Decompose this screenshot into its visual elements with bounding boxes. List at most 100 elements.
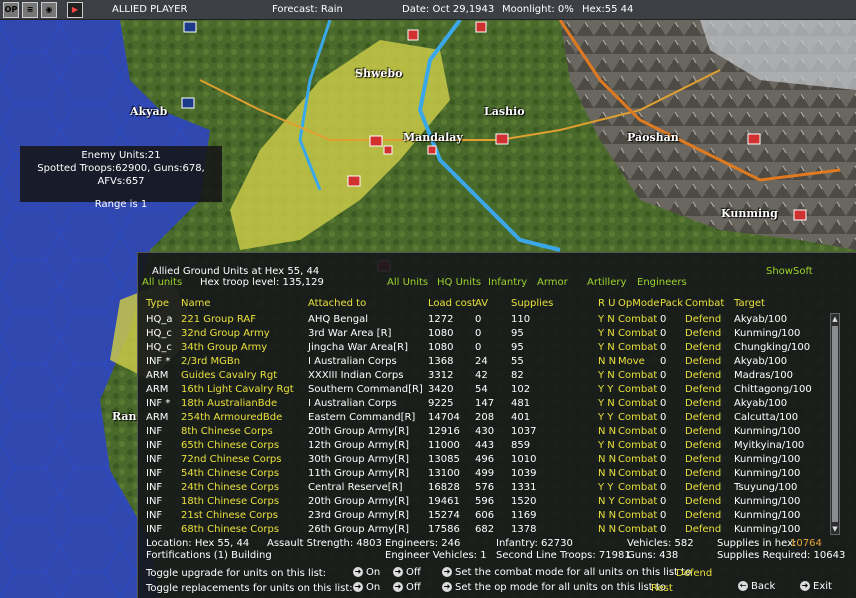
col-target[interactable]: Target: [734, 298, 765, 309]
cell-name[interactable]: 68th Chinese Corps: [181, 523, 279, 537]
table-row[interactable]: INF * 2/3rd MGBn I Australian Corps 1368 24 5…: [138, 355, 828, 369]
cell-ru[interactable]: N N: [598, 523, 616, 537]
op-button[interactable]: OP: [3, 1, 19, 18]
col-pack[interactable]: Pack: [660, 298, 683, 309]
cell-ru[interactable]: Y N: [598, 397, 615, 411]
cell-name[interactable]: 32nd Group Army: [181, 327, 270, 341]
cell-op[interactable]: Combat: [618, 523, 657, 537]
col-combat[interactable]: Combat: [685, 298, 724, 309]
table-row[interactable]: INF 21st Chinese Corps 23rd Group Army[R] 1…: [138, 509, 828, 523]
filter-artillery[interactable]: Artillery: [587, 277, 626, 288]
cell-name[interactable]: Guides Cavalry Rgt: [181, 369, 277, 383]
cell-op[interactable]: Combat: [618, 425, 657, 439]
replacements-off-button[interactable]: ➜ Off: [393, 582, 421, 593]
cell-comb[interactable]: Defend: [685, 355, 721, 369]
cell-comb[interactable]: Defend: [685, 481, 721, 495]
table-row[interactable]: ARM 254th ArmouredBde Eastern Command[R] 14…: [138, 411, 828, 425]
table-row[interactable]: INF 65th Chinese Corps 12th Group Army[R] 1…: [138, 439, 828, 453]
all-units-toggle[interactable]: All units: [142, 277, 182, 288]
cell-name[interactable]: 8th Chinese Corps: [181, 425, 273, 439]
cell-name[interactable]: 16th Light Cavalry Rgt: [181, 383, 294, 397]
filter-all-units[interactable]: All Units: [387, 277, 428, 288]
cell-op[interactable]: Combat: [618, 369, 657, 383]
table-row[interactable]: HQ_c 34th Group Army Jingcha War Area[R] 10…: [138, 341, 828, 355]
cell-name[interactable]: 21st Chinese Corps: [181, 509, 278, 523]
cell-op[interactable]: Combat: [618, 341, 657, 355]
table-row[interactable]: INF 54th Chinese Corps 11th Group Army[R] 1…: [138, 467, 828, 481]
col-opmode[interactable]: OpMode: [618, 298, 659, 309]
cell-comb[interactable]: Defend: [685, 327, 721, 341]
cell-comb[interactable]: Defend: [685, 341, 721, 355]
cell-comb[interactable]: Defend: [685, 509, 721, 523]
cell-op[interactable]: Combat: [618, 411, 657, 425]
cell-name[interactable]: 18th Chinese Corps: [181, 495, 279, 509]
units-scrollbar[interactable]: ▲ ▼: [830, 313, 840, 535]
replacements-on-button[interactable]: ➜ On: [353, 582, 380, 593]
cell-name[interactable]: 254th ArmouredBde: [181, 411, 282, 425]
cell-name[interactable]: 72nd Chinese Corps: [181, 453, 282, 467]
globe-icon[interactable]: ◉: [41, 1, 57, 18]
table-row[interactable]: INF 68th Chinese Corps 26th Group Army[R] 1…: [138, 523, 828, 537]
upgrade-off-button[interactable]: ➜ Off: [393, 567, 421, 578]
col-name[interactable]: Name: [181, 298, 211, 309]
cell-ru[interactable]: N N: [598, 425, 616, 439]
cell-ru[interactable]: Y N: [598, 369, 615, 383]
cell-comb[interactable]: Defend: [685, 495, 721, 509]
show-soft-toggle[interactable]: ShowSoft: [766, 266, 813, 277]
cell-comb[interactable]: Defend: [685, 369, 721, 383]
upgrade-on-button[interactable]: ➜ On: [353, 567, 380, 578]
cell-name[interactable]: 2/3rd MGBn: [181, 355, 240, 369]
cell-ru[interactable]: N Y: [598, 495, 615, 509]
cell-name[interactable]: 65th Chinese Corps: [181, 439, 279, 453]
col-av[interactable]: AV: [475, 298, 488, 309]
cell-comb[interactable]: Defend: [685, 467, 721, 481]
scroll-up-icon[interactable]: ▲: [831, 314, 839, 324]
cell-op[interactable]: Combat: [618, 495, 657, 509]
cell-ru[interactable]: Y Y: [598, 383, 613, 397]
cell-ru[interactable]: Y Y: [598, 481, 613, 495]
cell-ru[interactable]: N N: [598, 509, 616, 523]
table-row[interactable]: ARM Guides Cavalry Rgt XXXIII Indian Corps…: [138, 369, 828, 383]
table-row[interactable]: ARM 16th Light Cavalry Rgt Southern Comman…: [138, 383, 828, 397]
combat-mode-value[interactable]: Defend: [676, 568, 712, 579]
cell-name[interactable]: 54th Chinese Corps: [181, 467, 279, 481]
cell-comb[interactable]: Defend: [685, 313, 721, 327]
cell-op[interactable]: Combat: [618, 313, 657, 327]
exit-button[interactable]: ➜ Exit: [800, 581, 832, 592]
set-opmode-button[interactable]: ➜ Set the op mode for all units on this l…: [442, 582, 666, 593]
table-row[interactable]: INF 18th Chinese Corps 20th Group Army[R] 1…: [138, 495, 828, 509]
col-supplies[interactable]: Supplies: [511, 298, 553, 309]
filter-infantry[interactable]: Infantry: [488, 277, 527, 288]
cell-comb[interactable]: Defend: [685, 453, 721, 467]
cell-name[interactable]: 221 Group RAF: [181, 313, 256, 327]
cell-ru[interactable]: Y Y: [598, 411, 613, 425]
filter-armor[interactable]: Armor: [537, 277, 568, 288]
cell-ru[interactable]: Y N: [598, 439, 615, 453]
cell-ru[interactable]: Y N: [598, 313, 615, 327]
filter-hq-units[interactable]: HQ Units: [437, 277, 481, 288]
cell-op[interactable]: Combat: [618, 453, 657, 467]
cell-ru[interactable]: N N: [598, 355, 616, 369]
cell-comb[interactable]: Defend: [685, 523, 721, 537]
scroll-down-icon[interactable]: ▼: [831, 524, 839, 534]
cell-comb[interactable]: Defend: [685, 383, 721, 397]
cell-comb[interactable]: Defend: [685, 439, 721, 453]
set-combat-button[interactable]: ➜ Set the combat mode for all units on th…: [442, 567, 691, 578]
filter-engineers[interactable]: Engineers: [637, 277, 687, 288]
cell-name[interactable]: 24th Chinese Corps: [181, 481, 279, 495]
back-button[interactable]: ← Back: [738, 581, 775, 592]
cell-comb[interactable]: Defend: [685, 425, 721, 439]
cell-ru[interactable]: Y N: [598, 327, 615, 341]
table-row[interactable]: HQ_a 221 Group RAF AHQ Bengal 1272 0 110 Y N Co…: [138, 313, 828, 327]
cell-ru[interactable]: N N: [598, 467, 616, 481]
cell-op[interactable]: Combat: [618, 481, 657, 495]
table-row[interactable]: HQ_c 32nd Group Army 3rd War Area [R] 1080 0…: [138, 327, 828, 341]
table-row[interactable]: INF 24th Chinese Corps Central Reserve[R] 1…: [138, 481, 828, 495]
col-type[interactable]: Type: [146, 298, 169, 309]
cell-op[interactable]: Combat: [618, 439, 657, 453]
table-row[interactable]: INF 72nd Chinese Corps 30th Group Army[R] 1…: [138, 453, 828, 467]
cell-op[interactable]: Combat: [618, 509, 657, 523]
cell-op[interactable]: Combat: [618, 383, 657, 397]
col-attached[interactable]: Attached to: [308, 298, 366, 309]
cell-ru[interactable]: Y N: [598, 341, 615, 355]
